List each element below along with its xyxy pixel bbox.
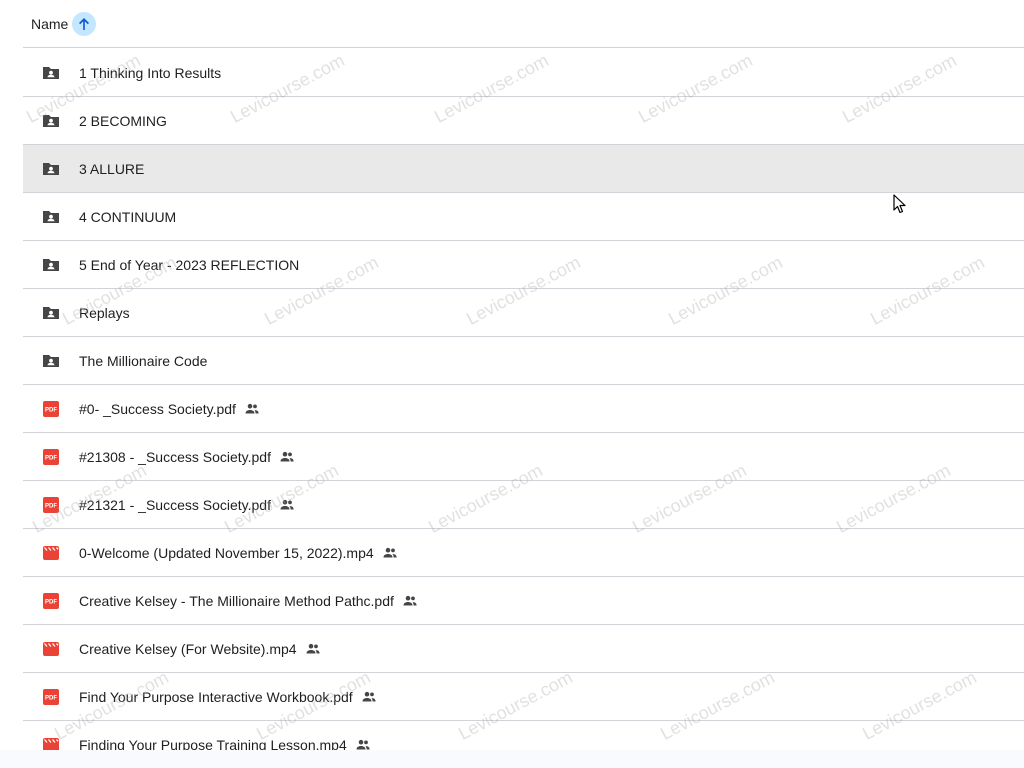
file-name: #21308 - _Success Society.pdf	[79, 448, 271, 465]
shared-folder-icon	[41, 63, 61, 83]
file-row[interactable]: 4 CONTINUUM	[23, 193, 1024, 241]
file-row[interactable]: PDF #21321 - _Success Society.pdf	[23, 481, 1024, 529]
svg-text:PDF: PDF	[45, 455, 57, 461]
name-column-label[interactable]: Name	[31, 16, 68, 32]
shared-people-icon	[355, 737, 371, 751]
file-name: 5 End of Year - 2023 REFLECTION	[79, 256, 300, 273]
file-row[interactable]: PDF #21308 - _Success Society.pdf	[23, 433, 1024, 481]
sort-toggle-button[interactable]	[72, 11, 97, 36]
file-name: Creative Kelsey - The Millionaire Method…	[79, 592, 394, 609]
file-name: 1 Thinking Into Results	[79, 64, 222, 81]
svg-text:PDF: PDF	[45, 599, 57, 605]
file-row[interactable]: 0-Welcome (Updated November 15, 2022).mp…	[23, 529, 1024, 577]
shared-people-icon	[382, 545, 398, 561]
video-icon	[41, 639, 61, 659]
pdf-icon: PDF	[41, 447, 61, 467]
video-icon	[41, 735, 61, 750]
pdf-icon: PDF	[41, 687, 61, 707]
file-row[interactable]: Creative Kelsey (For Website).mp4	[23, 625, 1024, 673]
pdf-icon: PDF	[41, 591, 61, 611]
file-row[interactable]: PDF Find Your Purpose Interactive Workbo…	[23, 673, 1024, 721]
file-name: The Millionaire Code	[79, 352, 208, 369]
file-row[interactable]: The Millionaire Code	[23, 337, 1024, 385]
shared-people-icon	[279, 449, 295, 465]
shared-folder-icon	[41, 303, 61, 323]
file-row[interactable]: 3 ALLURE	[23, 145, 1024, 193]
video-icon	[41, 543, 61, 563]
file-list-panel: Name 1 Thinking Into Results 2 BECOMING …	[0, 0, 1024, 750]
shared-folder-icon	[41, 159, 61, 179]
file-name: #21321 - _Success Society.pdf	[79, 496, 271, 513]
file-row[interactable]: Replays	[23, 289, 1024, 337]
file-row[interactable]: 1 Thinking Into Results	[23, 49, 1024, 97]
column-header: Name	[23, 0, 1024, 48]
shared-folder-icon	[41, 207, 61, 227]
file-name: Creative Kelsey (For Website).mp4	[79, 640, 297, 657]
shared-folder-icon	[41, 111, 61, 131]
svg-text:PDF: PDF	[45, 695, 57, 701]
file-name: Finding Your Purpose Training Lesson.mp4	[79, 736, 347, 751]
file-row[interactable]: 5 End of Year - 2023 REFLECTION	[23, 241, 1024, 289]
file-name: 3 ALLURE	[79, 160, 145, 177]
file-rows: 1 Thinking Into Results 2 BECOMING 3 ALL…	[23, 49, 1024, 750]
file-name: 2 BECOMING	[79, 112, 167, 129]
shared-people-icon	[402, 593, 418, 609]
file-name: Replays	[79, 304, 130, 321]
bottom-strip	[0, 750, 1024, 768]
file-row[interactable]: 2 BECOMING	[23, 97, 1024, 145]
shared-people-icon	[305, 641, 321, 657]
shared-people-icon	[279, 497, 295, 513]
file-row[interactable]: PDF Creative Kelsey - The Millionaire Me…	[23, 577, 1024, 625]
svg-text:PDF: PDF	[45, 407, 57, 413]
shared-folder-icon	[41, 351, 61, 371]
shared-folder-icon	[41, 255, 61, 275]
file-row[interactable]: Finding Your Purpose Training Lesson.mp4	[23, 721, 1024, 750]
svg-text:PDF: PDF	[45, 503, 57, 509]
file-row[interactable]: PDF #0- _Success Society.pdf	[23, 385, 1024, 433]
arrow-up-icon	[79, 17, 90, 30]
shared-people-icon	[244, 401, 260, 417]
file-name: Find Your Purpose Interactive Workbook.p…	[79, 688, 353, 705]
file-name: 4 CONTINUUM	[79, 208, 177, 225]
shared-people-icon	[361, 689, 377, 705]
file-name: #0- _Success Society.pdf	[79, 400, 236, 417]
pdf-icon: PDF	[41, 399, 61, 419]
pdf-icon: PDF	[41, 495, 61, 515]
file-name: 0-Welcome (Updated November 15, 2022).mp…	[79, 544, 374, 561]
